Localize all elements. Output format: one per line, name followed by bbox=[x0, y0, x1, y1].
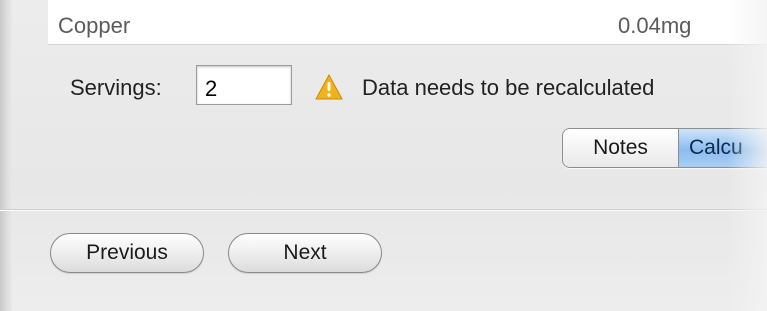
recalculate-warning-text: Data needs to be recalculated bbox=[362, 75, 655, 100]
nutrient-table-row: Copper 0.04mg bbox=[48, 0, 767, 45]
app-window: Copper 0.04mg Servings: Data needs to be… bbox=[0, 0, 767, 311]
previous-button[interactable]: Previous bbox=[50, 233, 204, 273]
nutrient-value: 0.04mg bbox=[618, 13, 692, 38]
view-toggle: Notes Calcu bbox=[562, 128, 767, 168]
servings-label: Servings: bbox=[70, 75, 162, 100]
tab-calculations[interactable]: Calcu bbox=[679, 129, 767, 167]
next-button[interactable]: Next bbox=[228, 233, 382, 273]
nutrient-name: Copper bbox=[58, 13, 131, 38]
window-edge bbox=[0, 0, 12, 311]
servings-input[interactable] bbox=[196, 65, 292, 105]
tab-notes[interactable]: Notes bbox=[563, 129, 679, 167]
divider bbox=[0, 209, 767, 210]
warning-icon bbox=[315, 74, 343, 100]
